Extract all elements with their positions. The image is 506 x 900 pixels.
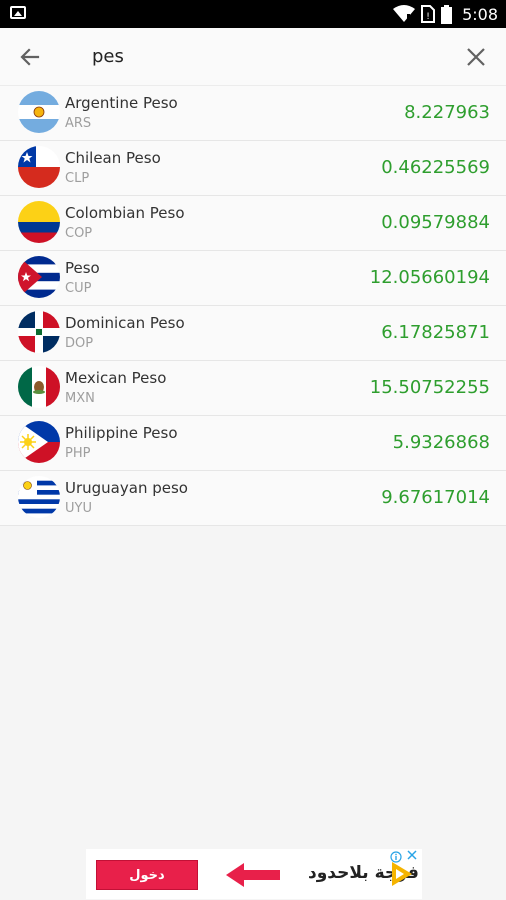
currency-list: Argentine Peso ARS 8.227963 Chilean Peso… xyxy=(0,86,506,526)
no-sim-icon: ! xyxy=(421,5,436,23)
currency-rate: 6.17825871 xyxy=(381,322,490,343)
currency-name: Peso xyxy=(65,259,100,277)
currency-row-clp[interactable]: Chilean Peso CLP 0.46225569 xyxy=(0,141,506,196)
chile-flag-icon xyxy=(18,146,60,188)
play-icon xyxy=(392,862,412,886)
cuba-flag-icon xyxy=(18,256,60,298)
ad-close-icon[interactable] xyxy=(406,849,418,861)
currency-rate: 0.09579884 xyxy=(381,212,490,233)
currency-rate: 8.227963 xyxy=(404,102,490,123)
currency-code: PHP xyxy=(65,446,91,461)
currency-row-mxn[interactable]: Mexican Peso MXN 15.50752255 xyxy=(0,361,506,416)
mexico-flag-icon xyxy=(18,366,60,408)
currency-name: Chilean Peso xyxy=(65,149,161,167)
dominican-republic-flag-icon xyxy=(18,311,60,353)
currency-row-cop[interactable]: Colombian Peso COP 0.09579884 xyxy=(0,196,506,251)
currency-row-cup[interactable]: Peso CUP 12.05660194 xyxy=(0,251,506,306)
philippines-flag-icon xyxy=(18,421,60,463)
currency-code: CLP xyxy=(65,171,90,186)
close-icon[interactable] xyxy=(462,43,490,71)
currency-row-ars[interactable]: Argentine Peso ARS 8.227963 xyxy=(0,86,506,141)
ad-banner[interactable]: دخول فرجة بلاحدود xyxy=(86,849,422,899)
currency-name: Argentine Peso xyxy=(65,94,178,112)
currency-code: COP xyxy=(65,226,93,241)
svg-text:!: ! xyxy=(426,12,430,22)
currency-name: Uruguayan peso xyxy=(65,479,188,497)
colombia-flag-icon xyxy=(18,201,60,243)
currency-row-php[interactable]: Philippine Peso PHP 5.9326868 xyxy=(0,416,506,471)
ad-enter-button[interactable]: دخول xyxy=(96,860,198,890)
currency-rate: 9.67617014 xyxy=(381,487,490,508)
currency-code: CUP xyxy=(65,281,92,296)
arrow-left-icon xyxy=(226,863,280,887)
currency-rate: 5.9326868 xyxy=(392,432,490,453)
wifi-icon xyxy=(393,5,416,22)
currency-row-uyu[interactable]: Uruguayan peso UYU 9.67617014 xyxy=(0,471,506,526)
currency-name: Dominican Peso xyxy=(65,314,185,332)
currency-rate: 0.46225569 xyxy=(381,157,490,178)
ad-info-icon[interactable] xyxy=(390,851,402,863)
currency-code: DOP xyxy=(65,336,94,351)
currency-code: ARS xyxy=(65,116,92,131)
currency-row-dop[interactable]: Dominican Peso DOP 6.17825871 xyxy=(0,306,506,361)
search-input[interactable] xyxy=(92,40,422,72)
currency-rate: 12.05660194 xyxy=(369,267,490,288)
search-bar xyxy=(0,28,506,86)
currency-code: UYU xyxy=(65,501,92,516)
currency-name: Mexican Peso xyxy=(65,369,167,387)
currency-name: Philippine Peso xyxy=(65,424,178,442)
photo-icon xyxy=(10,6,26,19)
currency-rate: 15.50752255 xyxy=(369,377,490,398)
argentina-flag-icon xyxy=(18,91,60,133)
status-time: 5:08 xyxy=(462,4,498,24)
battery-icon xyxy=(441,4,453,24)
uruguay-flag-icon xyxy=(18,476,60,518)
status-bar: ! 5:08 xyxy=(0,0,506,28)
status-icons: ! 5:08 xyxy=(393,3,498,25)
currency-code: MXN xyxy=(65,391,95,406)
arrow-left-icon[interactable] xyxy=(16,43,44,71)
currency-name: Colombian Peso xyxy=(65,204,185,222)
